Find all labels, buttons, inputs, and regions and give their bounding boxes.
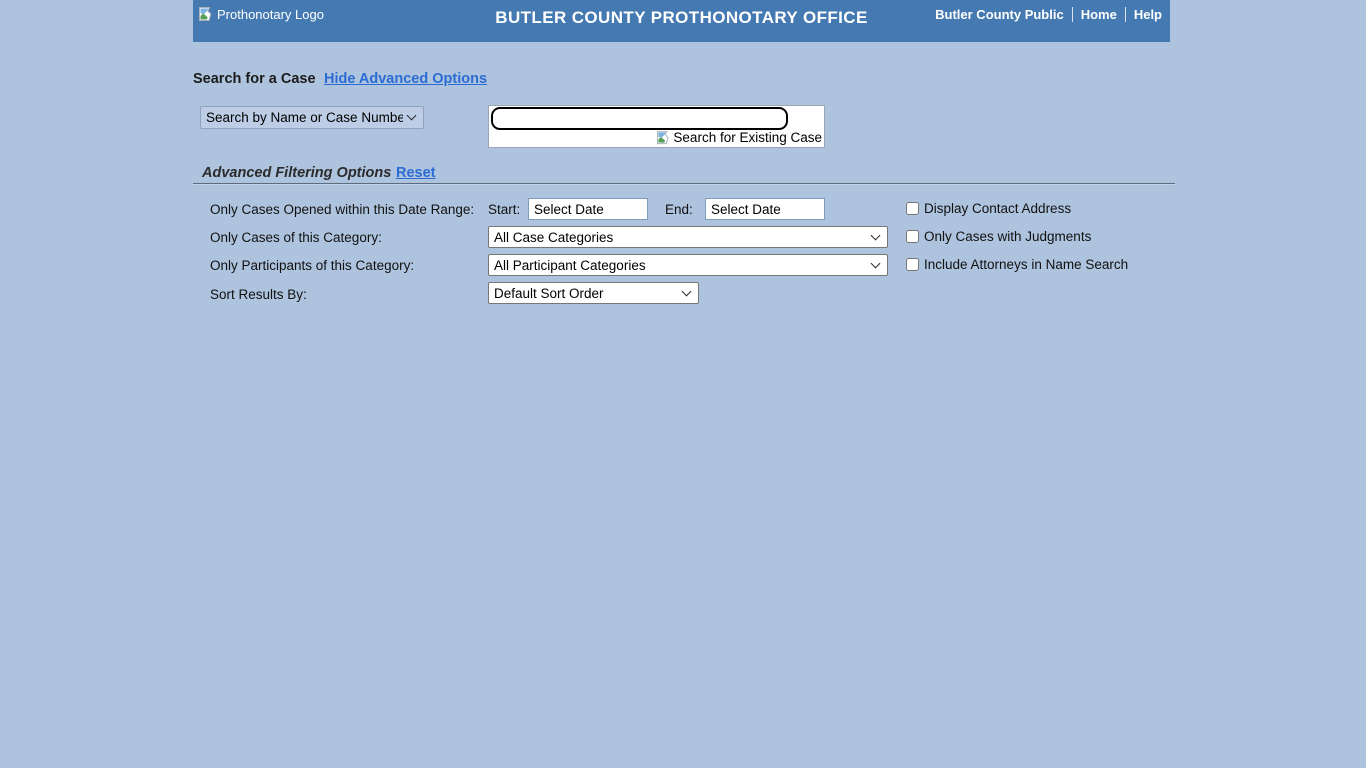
page-title: BUTLER COUNTY PROTHONOTARY OFFICE [495, 8, 867, 28]
nav-link-butler-county-public[interactable]: Butler County Public [935, 7, 1064, 22]
checkbox-label: Only Cases with Judgments [924, 229, 1091, 244]
search-existing-case-button[interactable]: Search for Existing Case [656, 130, 822, 145]
include-attorneys-checkbox[interactable] [906, 258, 919, 271]
checkbox-label: Display Contact Address [924, 201, 1071, 216]
case-search-input[interactable] [491, 107, 788, 130]
nav-link-help[interactable]: Help [1134, 7, 1162, 22]
search-heading: Search for a Case [193, 71, 316, 87]
checkbox-row-include-attorneys: Include Attorneys in Name Search [906, 257, 1128, 272]
start-label: Start: [488, 202, 520, 217]
hide-advanced-options-link[interactable]: Hide Advanced Options [324, 71, 487, 87]
header-bar: Prothonotary Logo BUTLER COUNTY PROTHONO… [193, 0, 1170, 42]
search-mode-select-wrap: Search by Name or Case Number [200, 106, 424, 129]
header-nav: Butler County Public Home Help [935, 7, 1162, 22]
nav-separator [1125, 7, 1126, 22]
sort-label: Sort Results By: [210, 287, 307, 302]
date-range-label: Only Cases Opened within this Date Range… [210, 202, 474, 217]
search-mode-select[interactable]: Search by Name or Case Number [200, 106, 424, 129]
page: Prothonotary Logo BUTLER COUNTY PROTHONO… [0, 0, 1366, 768]
logo-alt-text: Prothonotary Logo [217, 7, 324, 22]
advanced-filtering-heading: Advanced Filtering Options [202, 165, 391, 181]
broken-image-icon [656, 130, 672, 145]
checkbox-row-display-contact-address: Display Contact Address [906, 201, 1071, 216]
checkbox-row-only-cases-with-judgments: Only Cases with Judgments [906, 229, 1091, 244]
case-category-label: Only Cases of this Category: [210, 230, 382, 245]
participant-category-select-wrap: All Participant Categories [488, 254, 888, 276]
end-label: End: [665, 202, 693, 217]
case-category-select[interactable]: All Case Categories [488, 226, 888, 248]
participant-category-label: Only Participants of this Category: [210, 258, 414, 273]
sort-select[interactable]: Default Sort Order [488, 282, 699, 304]
start-date-input[interactable] [528, 198, 648, 220]
reset-link[interactable]: Reset [396, 165, 436, 181]
sort-select-wrap: Default Sort Order [488, 282, 699, 304]
search-box: Search for Existing Case [488, 105, 825, 148]
case-category-select-wrap: All Case Categories [488, 226, 888, 248]
end-date-input[interactable] [705, 198, 825, 220]
search-submit-alt-text: Search for Existing Case [673, 130, 822, 145]
prothonotary-logo: Prothonotary Logo [198, 6, 324, 22]
broken-image-icon [198, 6, 215, 22]
checkbox-label: Include Attorneys in Name Search [924, 257, 1128, 272]
only-cases-with-judgments-checkbox[interactable] [906, 230, 919, 243]
display-contact-address-checkbox[interactable] [906, 202, 919, 215]
section-divider [193, 183, 1175, 185]
nav-separator [1072, 7, 1073, 22]
participant-category-select[interactable]: All Participant Categories [488, 254, 888, 276]
nav-link-home[interactable]: Home [1081, 7, 1117, 22]
